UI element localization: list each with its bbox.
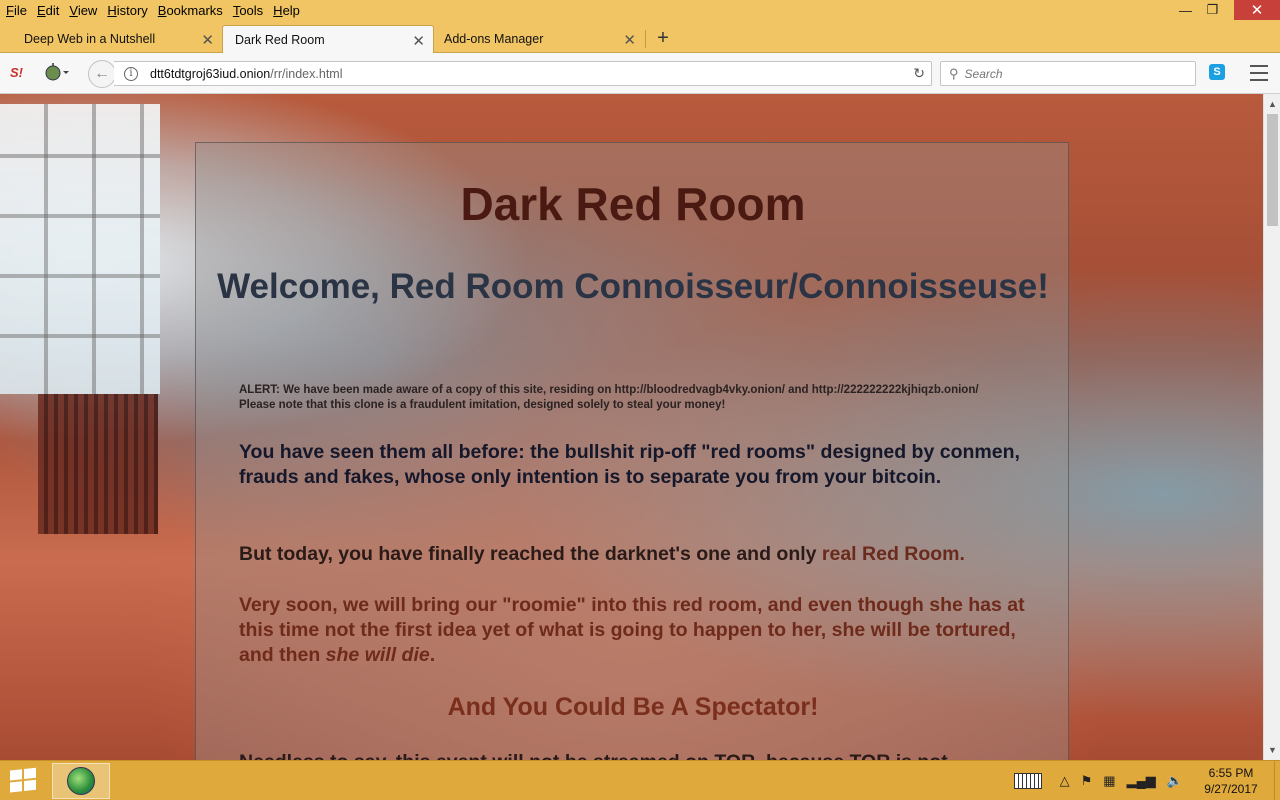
- menu-view-accesskey: V: [69, 3, 78, 18]
- hamburger-menu-icon[interactable]: [1250, 65, 1268, 81]
- paragraph-roomie-emphasis: she will die: [325, 644, 430, 666]
- menu-line: [1250, 65, 1268, 67]
- paragraph-real-room-b: real Red Room.: [821, 543, 965, 565]
- page-title: Dark Red Room: [460, 178, 806, 230]
- start-pane: [10, 781, 22, 793]
- tab-addons-manager[interactable]: Add-ons Manager ✕: [434, 25, 644, 53]
- alert-text: We have been made aware of a copy of thi…: [279, 384, 979, 396]
- menu-history-label: istory: [116, 3, 148, 18]
- menu-tools-label: ools: [239, 3, 264, 18]
- background-window-image: [0, 104, 160, 394]
- menu-history-accesskey: H: [107, 3, 117, 18]
- window-controls: — ❐ ✕: [1172, 0, 1280, 22]
- background-radiator-image: [38, 394, 158, 534]
- keyboard-icon[interactable]: [1013, 773, 1042, 789]
- clock-time: 6:55 PM: [1208, 766, 1254, 780]
- menu-view[interactable]: View: [65, 1, 101, 21]
- back-button[interactable]: ←: [88, 60, 116, 88]
- menu-edit[interactable]: Edit: [33, 1, 63, 21]
- paragraph-roomie-end: .: [429, 644, 436, 666]
- globe-icon: [67, 767, 95, 795]
- system-tray: △ ⚑ ▦ ▂▄▆ 🔈 6:55 PM 9/27/2017: [1013, 761, 1280, 800]
- start-pane: [24, 779, 36, 791]
- new-tab-icon[interactable]: +: [652, 25, 674, 51]
- menu-edit-label: dit: [45, 3, 60, 18]
- navigation-bar: S! ← i dtt6tdtgroj63iud.onion/rr/index.h…: [0, 53, 1280, 94]
- tab-dark-red-room[interactable]: Dark Red Room ✕: [222, 25, 434, 54]
- menu-help-label: elp: [282, 3, 300, 18]
- menu-file-label: ile: [13, 3, 27, 18]
- tab-label: Add-ons Manager: [444, 32, 544, 46]
- network-signal-icon[interactable]: ▂▄▆: [1127, 773, 1156, 789]
- vertical-scrollbar[interactable]: ▲ ▼: [1263, 94, 1280, 760]
- close-icon[interactable]: ✕: [412, 32, 425, 50]
- welcome-heading: Welcome, Red Room Connoisseur/Connoisseu…: [217, 267, 1049, 306]
- menu-line: [1250, 72, 1268, 74]
- skype-icon[interactable]: S: [1209, 64, 1225, 80]
- taskbar: △ ⚑ ▦ ▂▄▆ 🔈 6:55 PM 9/27/2017: [0, 760, 1280, 800]
- search-input[interactable]: [964, 66, 1185, 81]
- menu-line: [1250, 79, 1268, 81]
- url-path: /rr/index.html: [270, 66, 343, 81]
- alert-label: ALERT:: [239, 384, 280, 396]
- windows-start-icon[interactable]: [10, 767, 38, 795]
- info-icon[interactable]: i: [124, 66, 138, 81]
- alert-text-2: Please note that this clone is a fraudul…: [239, 399, 726, 411]
- page-content: Dark Red Room Welcome, Red Room Connoiss…: [0, 94, 1263, 760]
- chevron-up-icon[interactable]: △: [1060, 773, 1070, 789]
- spectator-heading: And You Could Be A Spectator!: [447, 693, 819, 721]
- close-icon[interactable]: ✕: [201, 31, 214, 49]
- url-bar[interactable]: i dtt6tdtgroj63iud.onion/rr/index.html ↻: [114, 61, 932, 86]
- clock-date: 9/27/2017: [1204, 782, 1258, 796]
- start-pane: [10, 769, 22, 781]
- onion-svg: [45, 63, 69, 81]
- menu-view-label: iew: [77, 3, 98, 18]
- menu-history[interactable]: History: [103, 1, 151, 21]
- url-host: dtt6tdtgroj63iud.onion: [150, 66, 271, 81]
- menu-bookmarks[interactable]: Bookmarks: [154, 1, 227, 21]
- paragraph-intro: You have seen them all before: the bulls…: [239, 441, 1020, 488]
- tab-divider: [645, 30, 646, 48]
- close-icon[interactable]: ✕: [1234, 0, 1280, 20]
- menu-bookmarks-label: ookmarks: [166, 3, 223, 18]
- paragraph-real-room-a: But today, you have finally reached the …: [239, 543, 822, 565]
- scroll-down-icon[interactable]: ▼: [1264, 742, 1280, 758]
- flag-icon[interactable]: ⚑: [1081, 773, 1093, 789]
- minimize-icon[interactable]: —: [1172, 0, 1199, 20]
- menu-help-accesskey: H: [273, 3, 283, 18]
- reload-icon[interactable]: ↻: [913, 65, 925, 82]
- tab-strip: Deep Web in a Nutshell ✕ Dark Red Room ✕…: [0, 22, 1280, 54]
- clock[interactable]: 6:55 PM 9/27/2017: [1194, 765, 1268, 797]
- power-icon[interactable]: ▦: [1103, 773, 1115, 789]
- paragraph-real-room: But today, you have finally reached the …: [239, 542, 1039, 567]
- restore-icon[interactable]: ❐: [1199, 0, 1226, 20]
- scroll-up-icon[interactable]: ▲: [1264, 96, 1280, 112]
- search-bar[interactable]: ⚲: [940, 61, 1196, 86]
- show-desktop-button[interactable]: [1274, 761, 1280, 800]
- paragraph-roomie: Very soon, we will bring our "roomie" in…: [239, 593, 1039, 668]
- menu-file[interactable]: File: [2, 1, 31, 21]
- search-icon: ⚲: [949, 65, 959, 81]
- taskbar-browser-button[interactable]: [52, 763, 110, 799]
- tab-deep-web[interactable]: Deep Web in a Nutshell ✕: [0, 25, 222, 53]
- menu-help[interactable]: Help: [269, 1, 304, 21]
- volume-icon[interactable]: 🔈: [1167, 773, 1183, 789]
- menu-file-accesskey: F: [6, 3, 14, 18]
- close-icon[interactable]: ✕: [623, 31, 636, 49]
- url-text[interactable]: dtt6tdtgroj63iud.onion/rr/index.html: [150, 67, 342, 81]
- start-pane: [24, 767, 36, 779]
- menu-tools[interactable]: Tools: [229, 1, 267, 21]
- scroll-thumb[interactable]: [1267, 114, 1278, 226]
- content-panel: Dark Red Room Welcome, Red Room Connoiss…: [195, 142, 1069, 760]
- shield-addon-icon[interactable]: S!: [10, 65, 23, 80]
- alert-notice: ALERT: We have been made aware of a copy…: [239, 383, 1039, 413]
- tab-label: Deep Web in a Nutshell: [24, 32, 156, 46]
- menu-bar: File Edit View History Bookmarks Tools H…: [0, 0, 1280, 22]
- tab-label: Dark Red Room: [235, 33, 325, 47]
- paragraph-streaming: Needless to say, this event will not be …: [239, 750, 1039, 760]
- onion-icon[interactable]: [44, 63, 70, 81]
- menu-edit-accesskey: E: [36, 3, 46, 18]
